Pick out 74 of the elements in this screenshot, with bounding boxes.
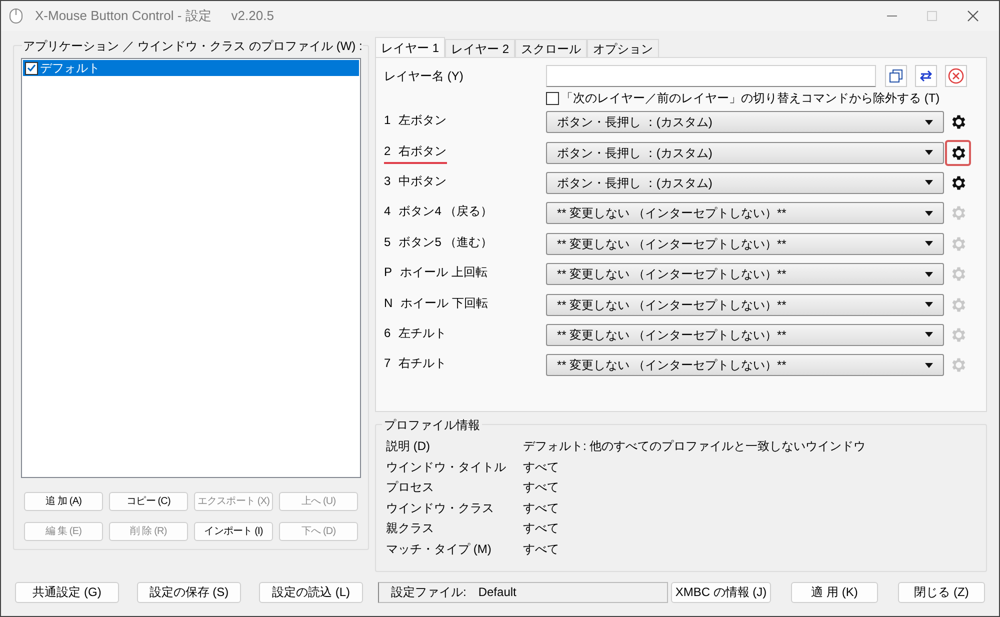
check-icon — [27, 64, 36, 72]
info-value: すべて — [523, 520, 559, 537]
settings-button[interactable] — [945, 140, 971, 166]
clear-button[interactable] — [945, 65, 967, 87]
button[interactable]: 適 用 (K) — [791, 582, 878, 602]
tab[interactable]: レイヤー 1 — [375, 37, 446, 57]
button[interactable]: XMBC の情報 (J) — [671, 582, 771, 602]
dropdown-arrow-icon — [925, 241, 933, 246]
info-label: マッチ・タイプ (M) — [386, 540, 492, 558]
button-label: 2 右ボタン — [384, 142, 546, 164]
layer-name-field[interactable] — [546, 65, 876, 87]
button-label: N ホイール 下回転 — [384, 294, 490, 312]
swap-button[interactable] — [915, 65, 937, 87]
version-text: v2.20.5 — [231, 7, 274, 26]
action-dropdown[interactable]: ボタン・長押し ：(カスタム) — [546, 172, 944, 194]
dropdown-arrow-icon — [925, 180, 933, 186]
button[interactable]: コピー (C) — [109, 492, 188, 511]
button[interactable]: 共通設定 (G) — [15, 582, 119, 602]
dropdown-arrow-icon — [925, 302, 933, 308]
tab[interactable]: スクロール — [515, 39, 588, 57]
info-value: すべて — [523, 540, 559, 558]
mouse-icon — [9, 8, 23, 24]
button[interactable]: 追 加 (A) — [24, 492, 103, 511]
button-label: 4 ボタン4 （戻る） — [384, 203, 494, 220]
dropdown-arrow-icon — [925, 362, 933, 368]
swap-arrows-icon — [919, 70, 933, 82]
button[interactable]: インポート (I) — [194, 522, 273, 541]
copy-icon — [889, 69, 903, 83]
dropdown-arrow-icon — [925, 332, 933, 338]
profile-item[interactable]: デフォルト — [23, 60, 359, 76]
button-label: 6 左チルト — [384, 324, 448, 342]
checkbox[interactable] — [25, 62, 38, 74]
button[interactable]: 閉じる (Z) — [898, 582, 985, 602]
dropdown-arrow-icon — [925, 210, 933, 216]
cancel-icon — [948, 68, 964, 84]
settings-file-field: 設定ファイル: Default — [378, 582, 668, 602]
button-label: 5 ボタン5 （進む） — [384, 234, 494, 251]
group-label: アプリケーション ／ ウインドウ・クラス のプロファイル (W) : — [22, 37, 364, 55]
checkbox[interactable] — [546, 92, 559, 104]
button[interactable]: 設定の保存 (S) — [137, 582, 241, 602]
info-value: すべて — [523, 500, 559, 516]
action-dropdown[interactable]: ** 変更しない （インターセプトしない）** — [546, 294, 944, 316]
item-label: デフォルト — [40, 60, 100, 77]
action-dropdown[interactable]: ** 変更しない （インターセプトしない）** — [546, 324, 944, 346]
copy-button[interactable] — [885, 65, 907, 87]
info-value: すべて — [523, 458, 559, 476]
dropdown-arrow-icon — [925, 120, 933, 125]
tab[interactable]: オプション — [587, 39, 660, 57]
dropdown-arrow-icon — [925, 272, 933, 277]
button[interactable]: 設定の読込 (L) — [259, 582, 363, 602]
info-label: プロセス — [386, 479, 435, 496]
close-icon[interactable] — [967, 10, 979, 22]
checkbox-label: 「次のレイヤー／前のレイヤー」の切り替えコマンドから除外する (T) — [561, 90, 940, 107]
button-label: P ホイール 上回転 — [384, 264, 488, 282]
action-dropdown[interactable]: ** 変更しない （インターセプトしない）** — [546, 263, 944, 286]
info-value: デフォルト: 他のすべてのプロファイルと一致しないウインドウ — [523, 438, 866, 455]
info-value: すべて — [523, 479, 559, 496]
action-dropdown[interactable]: ボタン・長押し ：(カスタム) — [546, 142, 944, 164]
group-label: プロファイル情報 — [382, 416, 482, 434]
action-dropdown[interactable]: ** 変更しない （インターセプトしない）** — [546, 354, 944, 376]
button-label: 7 右チルト — [384, 355, 448, 372]
info-label: ウインドウ・クラス — [386, 500, 495, 516]
info-label: 親クラス — [386, 520, 435, 537]
button-label: 1 左ボタン — [384, 112, 448, 130]
info-label: 説明 (D) — [386, 438, 431, 455]
tab[interactable]: レイヤー 2 — [445, 39, 516, 57]
action-dropdown[interactable]: ** 変更しない （インターセプトしない）** — [546, 232, 944, 255]
field-label: レイヤー名 (Y) — [384, 68, 464, 85]
window-title: X-Mouse Button Control - 設定 — [35, 7, 212, 26]
info-label: ウインドウ・タイトル — [386, 458, 507, 476]
action-dropdown[interactable]: ボタン・長押し ：(カスタム) — [546, 111, 944, 134]
action-dropdown[interactable]: ** 変更しない （インターセプトしない）** — [546, 202, 944, 224]
button-label: 3 中ボタン — [384, 172, 448, 190]
dropdown-arrow-icon — [925, 150, 933, 156]
